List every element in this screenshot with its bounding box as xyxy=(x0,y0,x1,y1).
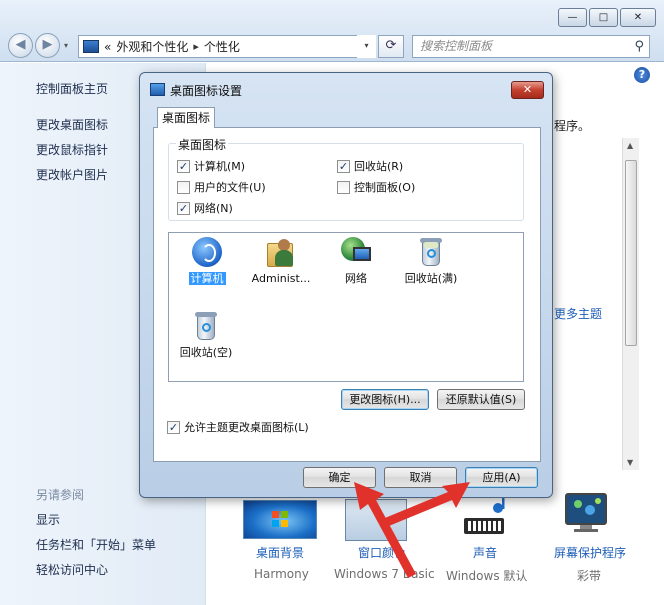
address-bar[interactable]: « 外观和个性化 ▸ 个性化 xyxy=(78,35,376,58)
desktop-background-value: Harmony xyxy=(254,567,309,581)
recycle-bin-full-icon xyxy=(420,237,442,267)
breadcrumb-personalization[interactable]: 个性化 xyxy=(204,38,240,55)
screen-saver-value: 彩带 xyxy=(577,569,602,583)
icon-item-computer[interactable]: 计算机 xyxy=(184,237,230,286)
minimize-button[interactable]: — xyxy=(558,8,587,27)
checkbox-recycle-bin-label[interactable]: 回收站(R) xyxy=(354,158,403,174)
checkbox-control-panel[interactable]: 控制面板(O) xyxy=(337,179,415,195)
description-text: 程序。 xyxy=(554,119,591,133)
checkbox-computer-box[interactable]: ✓ xyxy=(177,159,190,173)
breadcrumb-appearance[interactable]: 外观和个性化 xyxy=(116,38,188,55)
checkbox-control-panel-box[interactable] xyxy=(337,180,350,194)
network-icon xyxy=(341,237,371,267)
change-desktop-icons-link[interactable]: 更改桌面图标 xyxy=(36,116,108,133)
forward-button[interactable]: ▶ xyxy=(35,33,60,58)
icon-item-network[interactable]: 网络 xyxy=(336,237,376,286)
checkbox-recycle-bin-box[interactable]: ✓ xyxy=(337,159,350,173)
checkbox-network[interactable]: ✓ 网络(N) xyxy=(177,200,233,216)
group-label: 桌面图标 xyxy=(176,136,229,153)
icon-item-recycle-bin-empty[interactable]: 回收站(空) xyxy=(174,311,238,360)
address-prefix[interactable]: « xyxy=(104,40,111,54)
change-account-picture-link[interactable]: 更改帐户图片 xyxy=(36,166,108,183)
icon-label-recycle-bin-full[interactable]: 回收站(满) xyxy=(405,272,458,285)
user-folder-icon xyxy=(267,237,295,269)
arrow-to-apply-icon xyxy=(380,482,470,528)
icon-label-computer[interactable]: 计算机 xyxy=(188,272,226,285)
back-button[interactable]: ◀ xyxy=(8,33,33,58)
see-also-heading: 另请参阅 xyxy=(36,488,85,502)
address-dropdown-icon[interactable]: ▾ xyxy=(357,35,376,58)
dialog-app-icon xyxy=(150,83,165,96)
breadcrumb-separator-icon[interactable]: ▸ xyxy=(193,40,199,53)
checkbox-computer[interactable]: ✓ 计算机(M) xyxy=(177,158,245,174)
refresh-button[interactable]: ⟳ xyxy=(378,35,404,58)
recent-pages-dropdown[interactable]: ▾ xyxy=(64,41,68,50)
computer-icon xyxy=(192,237,222,267)
search-icon[interactable]: ⚲ xyxy=(634,36,644,57)
icon-item-recycle-bin-full[interactable]: 回收站(满) xyxy=(400,237,462,286)
checkbox-allow-themes[interactable]: ✓ 允许主题更改桌面图标(L) xyxy=(167,419,309,435)
windows-logo-icon xyxy=(272,511,288,527)
checkbox-user-files-box[interactable] xyxy=(177,180,190,194)
search-placeholder: 搜索控制面板 xyxy=(420,39,493,53)
checkbox-network-label[interactable]: 网络(N) xyxy=(194,200,233,216)
icon-item-user-files[interactable]: Administ... xyxy=(246,237,316,285)
tab-desktop-icons[interactable]: 桌面图标 xyxy=(157,107,215,128)
checkbox-allow-themes-box[interactable]: ✓ xyxy=(167,420,180,434)
annotation-arrows xyxy=(354,482,470,578)
checkbox-computer-label[interactable]: 计算机(M) xyxy=(194,158,245,174)
more-themes-link[interactable]: 更多主题 xyxy=(554,305,602,322)
checkbox-control-panel-label[interactable]: 控制面板(O) xyxy=(354,179,415,195)
restore-default-button[interactable]: 还原默认值(S) xyxy=(437,389,525,410)
taskbar-start-menu-link[interactable]: 任务栏和「开始」菜单 xyxy=(36,536,156,553)
maximize-button[interactable]: □ xyxy=(589,8,618,27)
display-link[interactable]: 显示 xyxy=(36,511,60,528)
icon-label-network[interactable]: 网络 xyxy=(345,272,367,285)
checkbox-allow-themes-label[interactable]: 允许主题更改桌面图标(L) xyxy=(184,419,309,435)
screen-saver-icon[interactable] xyxy=(562,488,612,536)
desktop-background-thumbnail[interactable] xyxy=(243,500,317,539)
checkbox-user-files[interactable]: 用户的文件(U) xyxy=(177,179,266,195)
screen-saver-label[interactable]: 屏幕保护程序 xyxy=(554,544,626,561)
icon-label-recycle-bin-empty[interactable]: 回收站(空) xyxy=(180,346,233,359)
title-bar: — □ ✕ ◀ ▶ ▾ « 外观和个性化 ▸ 个性化 ▾ ⟳ 搜索控制面板 ⚲ xyxy=(0,0,664,62)
help-icon[interactable]: ? xyxy=(634,67,650,83)
control-panel-icon xyxy=(83,40,99,53)
scrollbar-thumb[interactable] xyxy=(625,160,637,346)
search-input[interactable]: 搜索控制面板 ⚲ xyxy=(412,35,650,58)
checkbox-network-box[interactable]: ✓ xyxy=(177,201,190,215)
close-button[interactable]: ✕ xyxy=(620,8,656,27)
dialog-close-button[interactable]: ✕ xyxy=(511,81,544,99)
checkbox-user-files-label[interactable]: 用户的文件(U) xyxy=(194,179,266,195)
checkbox-recycle-bin[interactable]: ✓ 回收站(R) xyxy=(337,158,403,174)
control-panel-home-link[interactable]: 控制面板主页 xyxy=(36,80,108,97)
change-mouse-pointer-link[interactable]: 更改鼠标指针 xyxy=(36,141,108,158)
ease-of-access-link[interactable]: 轻松访问中心 xyxy=(36,561,108,578)
desktop-background-label[interactable]: 桌面背景 xyxy=(256,544,304,561)
change-icon-button[interactable]: 更改图标(H)... xyxy=(341,389,429,410)
recycle-bin-empty-icon xyxy=(195,311,217,341)
dialog-title: 桌面图标设置 xyxy=(170,84,243,98)
theme-list-scrollbar[interactable]: ▲ ▼ xyxy=(622,138,639,470)
icon-label-user-files[interactable]: Administ... xyxy=(252,272,311,285)
arrow-to-ok-icon xyxy=(354,482,416,578)
